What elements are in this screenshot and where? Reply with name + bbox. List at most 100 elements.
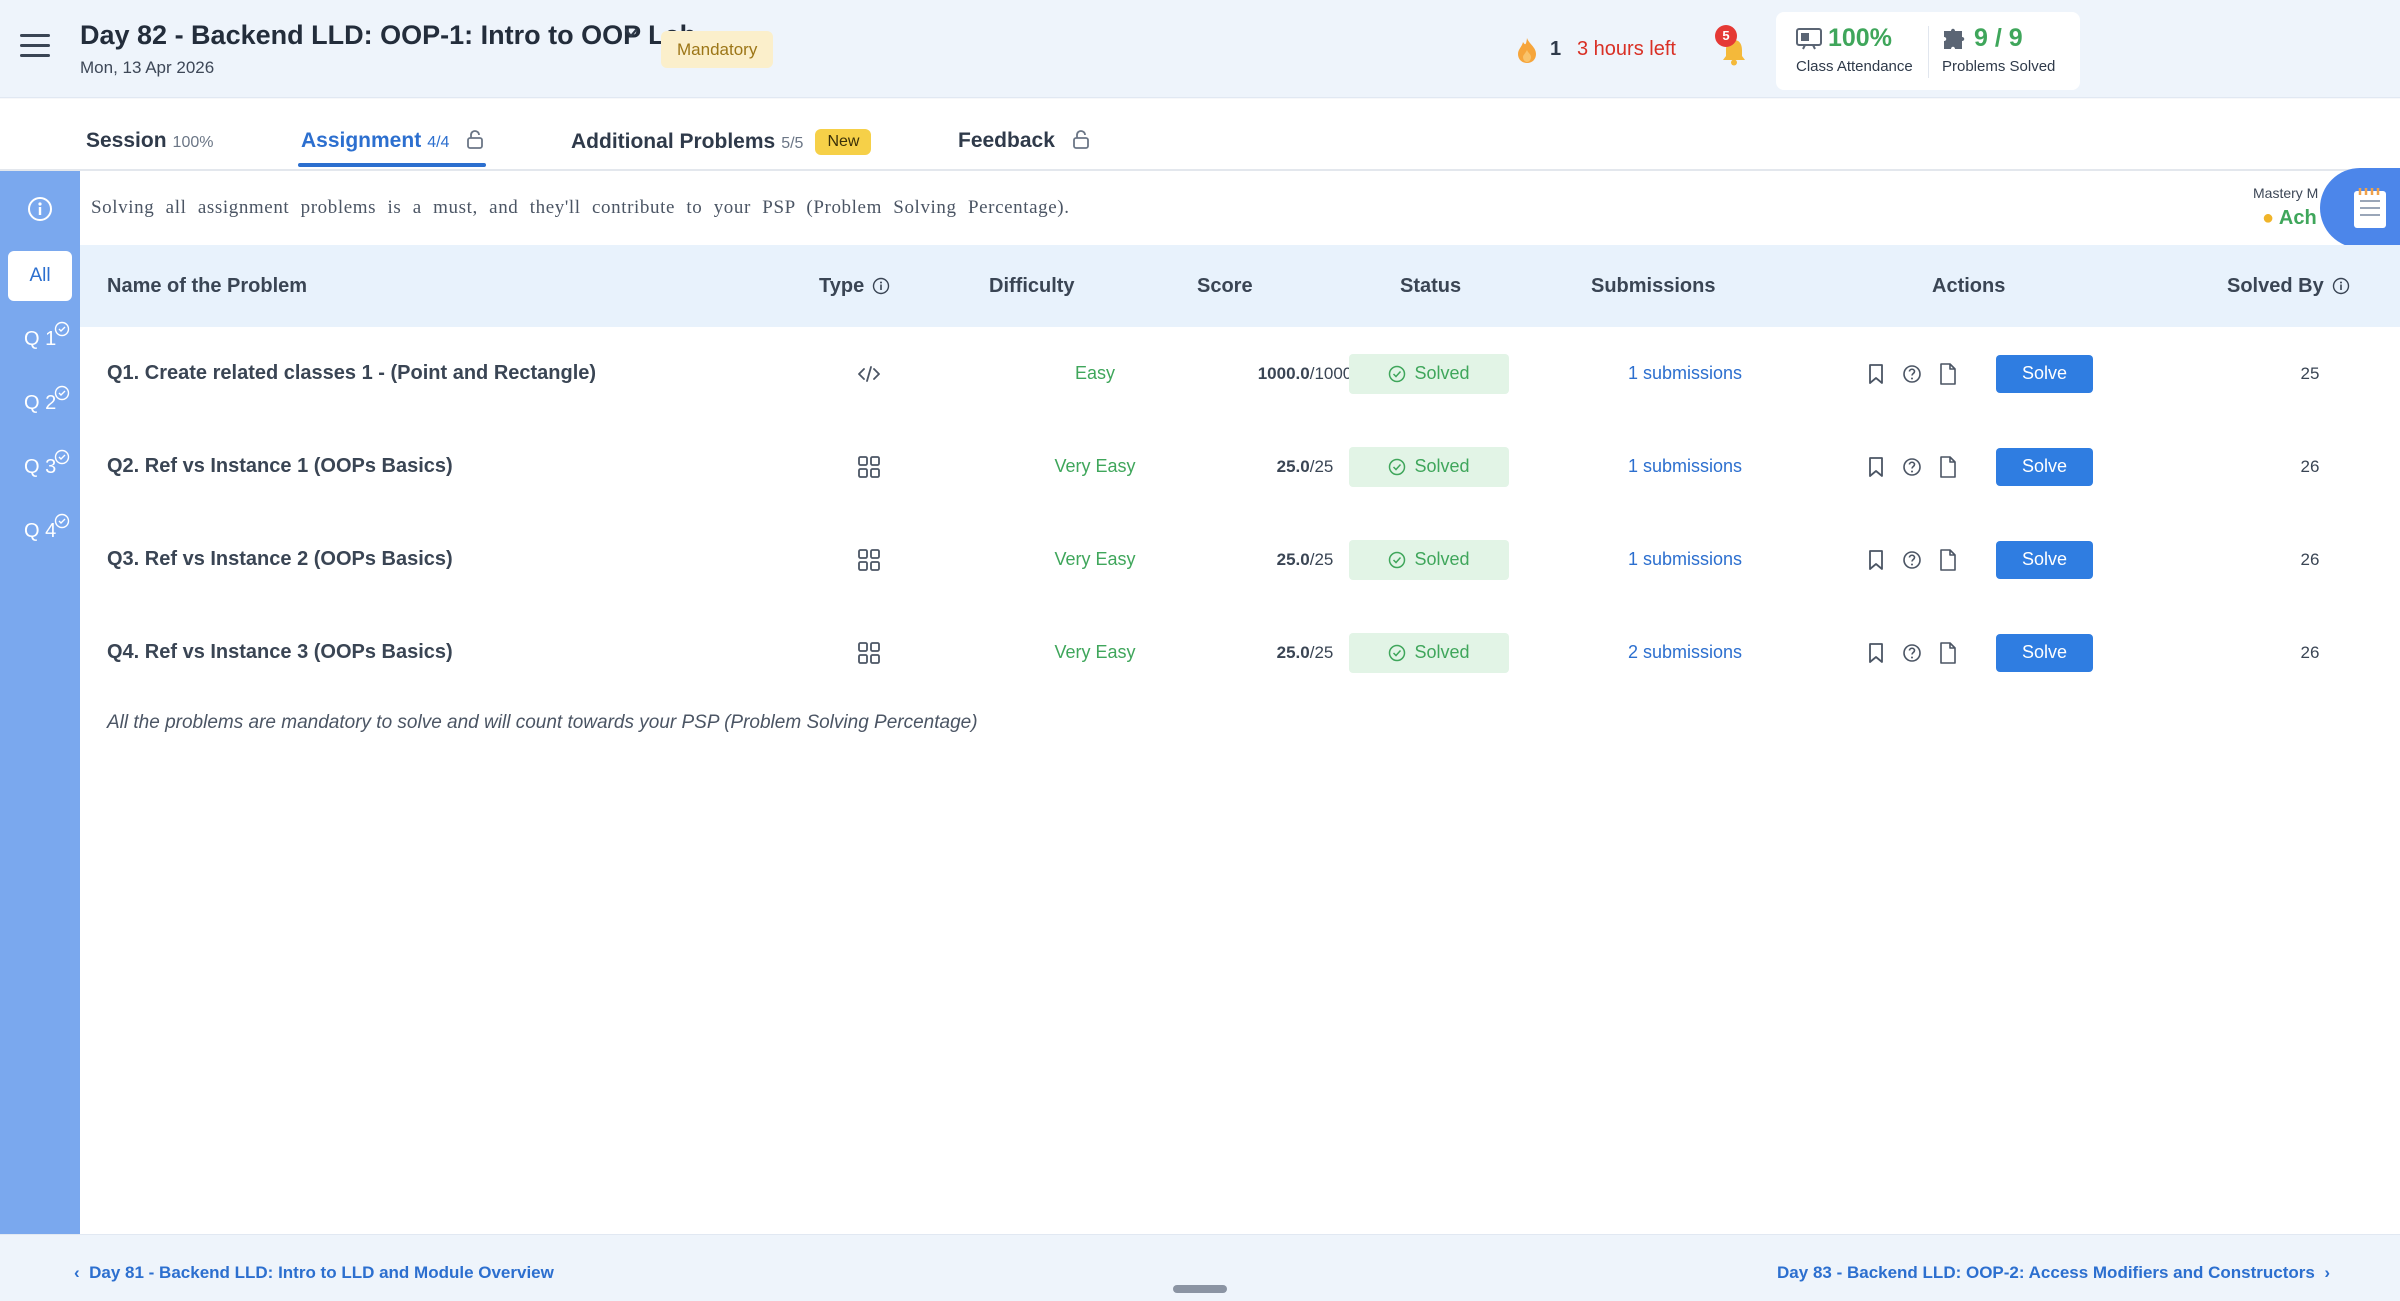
- solve-button[interactable]: Solve: [1996, 540, 2093, 579]
- table-row: Q3. Ref vs Instance 2 (OOPs Basics) Very…: [80, 513, 2400, 606]
- bookmark-icon[interactable]: [1866, 363, 1886, 385]
- info-banner: Solving all assignment problems is a mus…: [80, 171, 2400, 245]
- help-circle-icon[interactable]: [1902, 363, 1922, 385]
- solve-button[interactable]: Solve: [1996, 354, 2093, 393]
- info-icon[interactable]: [872, 277, 890, 295]
- sidebar-item-q4[interactable]: Q 4: [24, 520, 56, 543]
- page-title: Day 82 - Backend LLD: OOP-1: Intro to OO…: [80, 20, 697, 50]
- submissions-link[interactable]: 1 submissions: [1520, 420, 1850, 513]
- sidebar-item-q3[interactable]: Q 3: [24, 456, 56, 479]
- table-row: Q4. Ref vs Instance 3 (OOPs Basics) Very…: [80, 606, 2400, 699]
- info-icon[interactable]: [2332, 277, 2350, 295]
- flame-icon: [1518, 38, 1536, 63]
- solve-button[interactable]: Solve: [1996, 447, 2093, 486]
- next-day-label: Day 83 - Backend LLD: OOP-2: Access Modi…: [1777, 1263, 2315, 1282]
- bookmark-icon[interactable]: [1866, 456, 1886, 478]
- status-cell: Solved: [1349, 327, 1509, 420]
- document-icon[interactable]: [1938, 362, 1958, 385]
- difficulty-label: Easy: [1074, 363, 1116, 383]
- problem-name[interactable]: Q2. Ref vs Instance 1 (OOPs Basics): [107, 420, 453, 513]
- check-circle-icon: [54, 321, 70, 337]
- next-day-link[interactable]: Day 83 - Backend LLD: OOP-2: Access Modi…: [1777, 1263, 2330, 1283]
- submissions-link[interactable]: 2 submissions: [1520, 606, 1850, 699]
- check-circle-icon: [1389, 365, 1406, 382]
- solve-button[interactable]: Solve: [1996, 633, 2093, 672]
- check-circle-icon: [54, 449, 70, 465]
- tab-session-label: Session: [86, 129, 167, 152]
- code-icon: [858, 365, 880, 382]
- tab-assignment-label: Assignment: [301, 129, 422, 152]
- status-text: Solved: [1414, 363, 1470, 383]
- active-tab-indicator: [298, 163, 486, 167]
- problem-name[interactable]: Q1. Create related classes 1 - (Point an…: [107, 327, 596, 420]
- grid-icon: [858, 455, 880, 478]
- score-earned: 25.0: [1276, 642, 1310, 662]
- tab-additional-count: 5/5: [781, 135, 804, 152]
- document-icon[interactable]: [1938, 455, 1958, 478]
- help-circle-icon[interactable]: [1902, 549, 1922, 571]
- tab-feedback[interactable]: Feedback: [958, 129, 1091, 153]
- problem-type: [844, 327, 894, 420]
- notes-float-button[interactable]: [2320, 168, 2400, 248]
- puzzle-icon: [1944, 28, 1965, 49]
- previous-day-link[interactable]: ‹ Day 81 - Backend LLD: Intro to LLD and…: [74, 1263, 554, 1283]
- chevron-left-icon: ‹: [74, 1263, 80, 1282]
- info-icon[interactable]: [26, 195, 54, 223]
- check-circle-icon: [54, 385, 70, 401]
- attendance-label: Class Attendance: [1796, 58, 1913, 75]
- bookmark-icon[interactable]: [1866, 642, 1886, 664]
- document-icon[interactable]: [1938, 641, 1958, 664]
- solved-by-count: 25: [2300, 363, 2320, 383]
- tab-additional-problems[interactable]: Additional Problems 5/5 New: [571, 129, 872, 155]
- notification-count-badge: 5: [1715, 25, 1737, 47]
- bookmark-icon[interactable]: [1866, 549, 1886, 571]
- tab-additional-label: Additional Problems: [571, 130, 776, 153]
- sidebar-item-all[interactable]: All: [8, 251, 72, 301]
- help-circle-icon[interactable]: [1902, 456, 1922, 478]
- stats-divider: [1928, 26, 1929, 78]
- tab-assignment[interactable]: Assignment 4/4: [301, 129, 485, 153]
- notepad-icon: [2354, 188, 2386, 228]
- actions-cell: Solve: [1866, 513, 2093, 606]
- table-row: Q1. Create related classes 1 - (Point an…: [80, 327, 2400, 420]
- status-badge: Solved: [1349, 539, 1509, 580]
- problem-type: [844, 606, 894, 699]
- col-difficulty: Difficulty: [989, 275, 1075, 297]
- actions-cell: Solve: [1866, 420, 2093, 513]
- submissions-link[interactable]: 1 submissions: [1520, 327, 1850, 420]
- col-actions: Actions: [1932, 275, 2006, 297]
- score-max: /25: [1309, 642, 1334, 662]
- problem-type: [844, 513, 894, 606]
- problems-table: Q1. Create related classes 1 - (Point an…: [80, 327, 2400, 1234]
- question-sidebar: All Q 1 Q 2 Q 3 Q 4: [0, 171, 80, 1234]
- chevron-down-icon[interactable]: [624, 26, 638, 40]
- col-solved-by-label: Solved By: [2227, 275, 2324, 297]
- drag-handle[interactable]: [1173, 1285, 1227, 1293]
- actions-cell: Solve: [1866, 606, 2093, 699]
- document-icon[interactable]: [1938, 548, 1958, 571]
- status-cell: Solved: [1349, 513, 1509, 606]
- col-score: Score: [1197, 275, 1253, 297]
- sidebar-item-q1[interactable]: Q 1: [24, 328, 56, 351]
- status-badge: Solved: [1349, 446, 1509, 487]
- problem-name[interactable]: Q3. Ref vs Instance 2 (OOPs Basics): [107, 513, 453, 606]
- help-circle-icon[interactable]: [1902, 642, 1922, 664]
- problem-name[interactable]: Q4. Ref vs Instance 3 (OOPs Basics): [107, 606, 453, 699]
- solved-by-count: 26: [2300, 642, 2320, 662]
- presentation-icon: [1796, 27, 1822, 49]
- previous-day-label: Day 81 - Backend LLD: Intro to LLD and M…: [89, 1263, 554, 1282]
- sidebar-item-q2[interactable]: Q 2: [24, 392, 56, 415]
- attendance-value: 100%: [1828, 24, 1892, 52]
- grid-icon: [858, 641, 880, 664]
- check-circle-icon: [1389, 551, 1406, 568]
- score-earned: 1000.0: [1257, 363, 1310, 383]
- progress-stats-card: 100% Class Attendance 9 / 9 Problems Sol…: [1776, 12, 2080, 90]
- score-earned: 25.0: [1276, 549, 1310, 569]
- tab-session[interactable]: Session 100%: [86, 129, 213, 153]
- hamburger-menu-icon[interactable]: [20, 34, 50, 62]
- top-header: Day 82 - Backend LLD: OOP-1: Intro to OO…: [0, 0, 2400, 98]
- solved-by-count: 26: [2300, 549, 2320, 569]
- time-left-text: 3 hours left: [1577, 38, 1676, 60]
- submissions-link[interactable]: 1 submissions: [1520, 513, 1850, 606]
- tab-bar: Session 100% Assignment 4/4 Additional Pro…: [0, 99, 2400, 171]
